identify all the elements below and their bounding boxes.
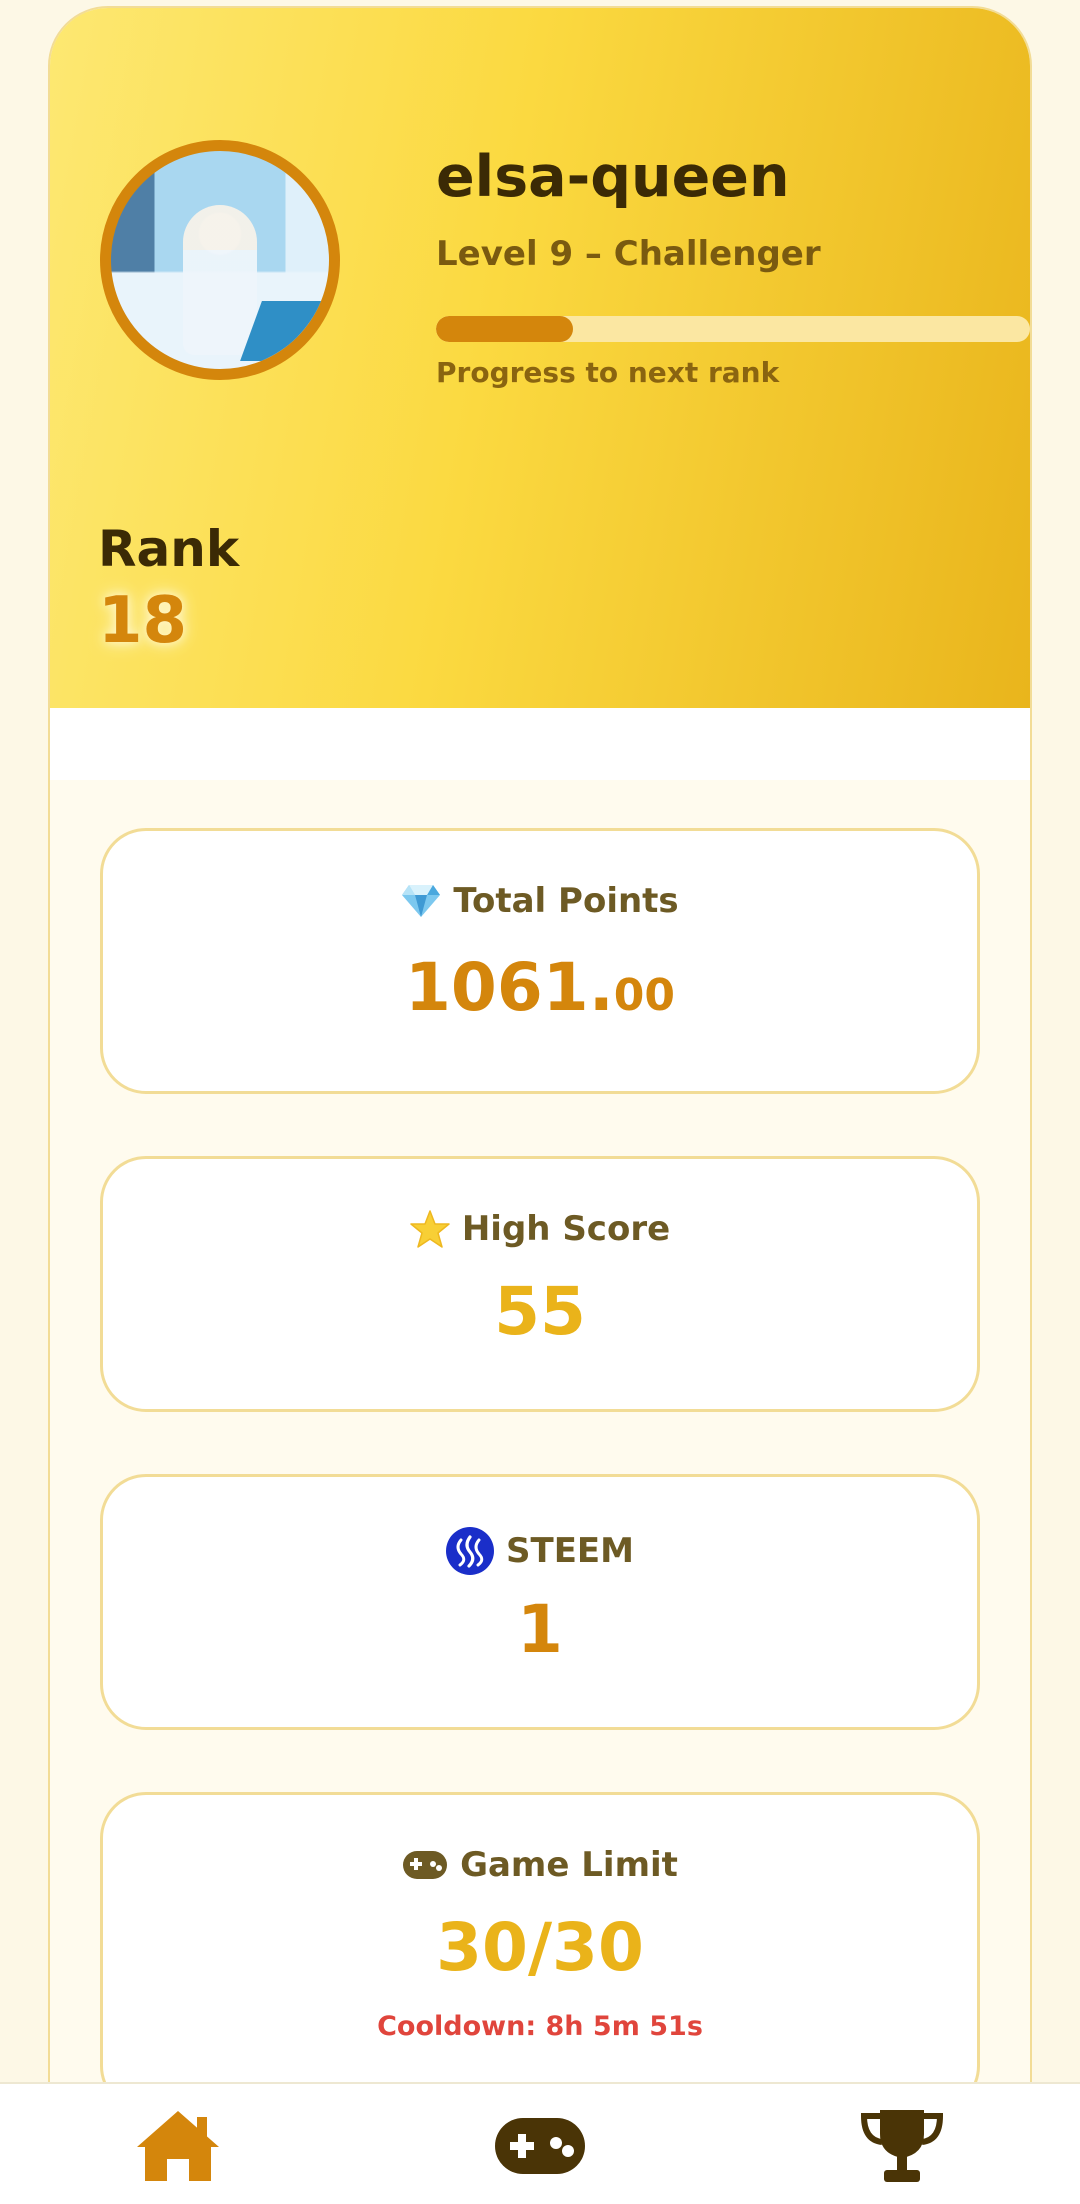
steem-card: STEEM 1 [100, 1474, 980, 1730]
profile-page: elsa-queen Level 9 – Challenger Progress… [0, 0, 1080, 2204]
high-score-title: High Score [103, 1209, 977, 1249]
game-limit-value: 30/30 [436, 1909, 644, 1986]
header-divider [50, 708, 1030, 780]
nav-leaderboard[interactable] [852, 2106, 952, 2186]
gamepad-icon [403, 1851, 448, 1879]
gem-icon [402, 885, 441, 917]
steem-value: 1 [517, 1591, 563, 1668]
avatar[interactable] [100, 140, 340, 380]
rank-progress-fill [436, 316, 573, 342]
rank-value: 18 [98, 584, 188, 658]
profile-panel: elsa-queen Level 9 – Challenger Progress… [48, 6, 1032, 2204]
game-limit-card: Game Limit 30/30 Cooldown: 8h 5m 51s [100, 1792, 980, 2112]
rank-label: Rank [98, 520, 240, 578]
home-icon [137, 2111, 219, 2181]
total-points-value: 1061.00 [103, 949, 977, 1026]
star-icon [410, 1210, 450, 1248]
total-points-decimals: 00 [613, 970, 675, 1021]
nav-home[interactable] [128, 2106, 228, 2186]
rank-progress-bar [436, 316, 1030, 342]
game-limit-label: Game Limit [460, 1845, 678, 1885]
steem-label: STEEM [506, 1531, 634, 1571]
cooldown-timer: Cooldown: 8h 5m 51s [377, 2011, 703, 2042]
total-points-card: Total Points 1061.00 [100, 828, 980, 1094]
nav-games[interactable] [490, 2106, 590, 2186]
steem-logo-icon [446, 1527, 495, 1575]
trophy-icon [860, 2110, 944, 2182]
level-label: Level 9 – Challenger [436, 234, 821, 274]
high-score-value: 55 [494, 1273, 586, 1350]
total-points-int: 1061. [405, 949, 614, 1026]
steem-title: STEEM [103, 1527, 977, 1575]
game-limit-title: Game Limit [103, 1845, 977, 1885]
username: elsa-queen [436, 144, 790, 210]
total-points-label: Total Points [453, 881, 679, 921]
gamepad-icon [495, 2118, 585, 2174]
profile-header: elsa-queen Level 9 – Challenger Progress… [50, 8, 1030, 708]
high-score-card: High Score 55 [100, 1156, 980, 1412]
total-points-title: Total Points [103, 881, 977, 921]
progress-label: Progress to next rank [436, 356, 780, 389]
high-score-label: High Score [461, 1209, 671, 1249]
avatar-figure [183, 205, 257, 355]
bottom-nav [0, 2082, 1080, 2204]
